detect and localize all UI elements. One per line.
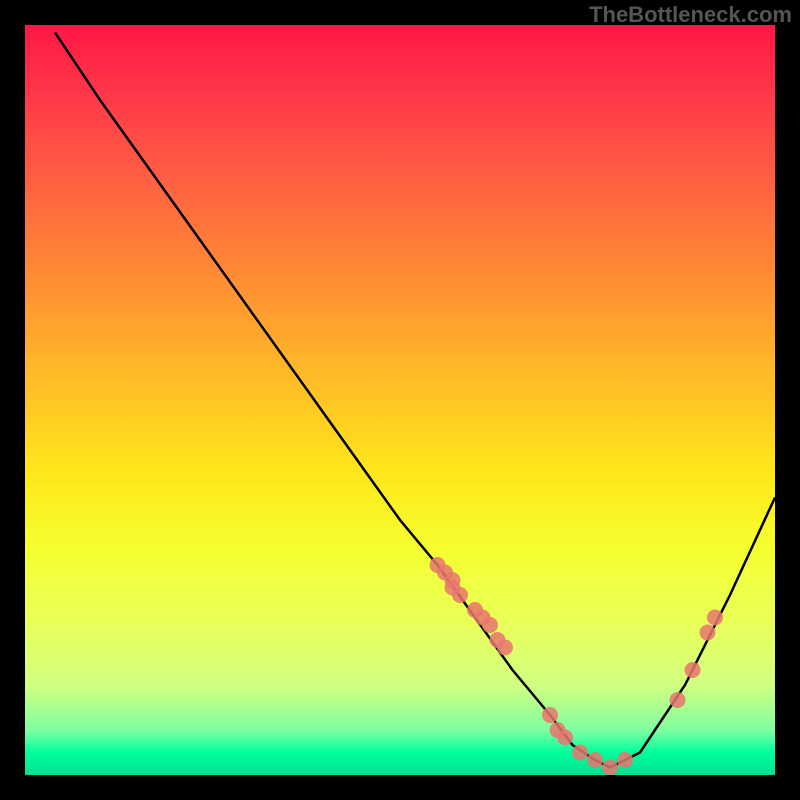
data-point xyxy=(670,692,686,708)
data-point xyxy=(617,752,633,768)
data-point xyxy=(587,752,603,768)
data-point xyxy=(497,640,513,656)
data-point xyxy=(707,610,723,626)
data-point xyxy=(572,745,588,761)
chart-plot-area xyxy=(25,25,775,775)
data-point xyxy=(557,730,573,746)
data-point xyxy=(700,625,716,641)
watermark-text: TheBottleneck.com xyxy=(589,2,792,28)
data-point xyxy=(685,662,701,678)
data-point xyxy=(602,760,618,776)
curve-line xyxy=(55,33,775,768)
scatter-points xyxy=(430,557,724,775)
data-point xyxy=(482,617,498,633)
chart-svg xyxy=(25,25,775,775)
data-point xyxy=(542,707,558,723)
data-point xyxy=(452,587,468,603)
